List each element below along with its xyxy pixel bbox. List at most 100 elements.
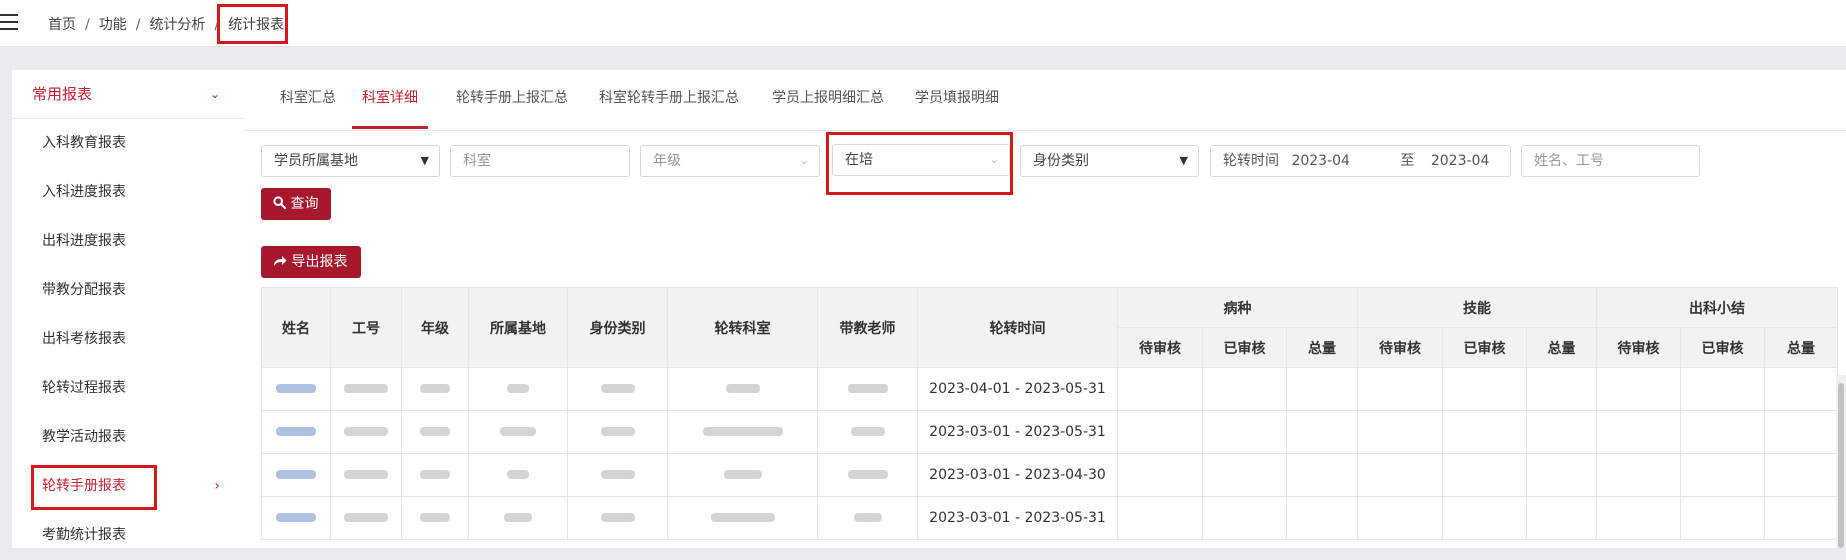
- breadcrumb: 首页 / 功能 / 统计分析 / 统计报表: [48, 17, 285, 33]
- redacted-text: [850, 427, 885, 436]
- col-header-teacher: 带教老师: [817, 287, 918, 368]
- sidebar-item-exit-progress[interactable]: 出科进度报表: [12, 217, 244, 266]
- rotation-time-cell: 2023-03-01 - 2023-05-31: [917, 410, 1118, 454]
- table-row: 2023-03-01 - 2023-04-30: [261, 453, 1838, 497]
- col-header-rotation-time: 轮转时间: [917, 287, 1118, 368]
- breadcrumb-home[interactable]: 首页: [48, 17, 76, 33]
- sidebar-item-entry-education[interactable]: 入科教育报表: [12, 119, 244, 168]
- col-header-pending: 待审核: [1357, 327, 1443, 368]
- sidebar-item-teaching-assignment[interactable]: 带教分配报表: [12, 266, 244, 315]
- chevron-down-icon: ⌄: [209, 87, 220, 101]
- redacted-name-link[interactable]: [276, 384, 316, 393]
- sidebar-item-teaching-activity[interactable]: 教学活动报表: [12, 413, 244, 462]
- rotation-time-cell: 2023-03-01 - 2023-04-30: [917, 453, 1118, 497]
- sidebar-item-entry-progress[interactable]: 入科进度报表: [12, 168, 244, 217]
- rotation-time-range[interactable]: 轮转时间 2023-04 至 2023-04: [1210, 145, 1511, 177]
- export-button[interactable]: 导出报表: [261, 246, 361, 278]
- redacted-text: [507, 470, 529, 479]
- col-header-reviewed: 已审核: [1202, 327, 1287, 368]
- chevron-down-icon: ▼: [420, 154, 429, 167]
- dept-input[interactable]: 科室: [450, 145, 630, 177]
- col-group-disease: 病种: [1117, 287, 1358, 328]
- redacted-text: [507, 384, 529, 393]
- redacted-text: [344, 513, 388, 522]
- redacted-text: [847, 470, 888, 479]
- col-header-pending: 待审核: [1596, 327, 1681, 368]
- table-row: 2023-04-01 - 2023-05-31: [261, 367, 1838, 411]
- name-id-input[interactable]: 姓名、工号: [1521, 145, 1700, 177]
- redacted-text: [725, 384, 760, 393]
- tab-trainee-fill-detail[interactable]: 学员填报明细: [915, 70, 999, 129]
- rotation-time-cell: 2023-04-01 - 2023-05-31: [917, 367, 1118, 411]
- sidebar-group-title: 常用报表: [32, 85, 93, 103]
- col-header-total: 总量: [1526, 327, 1597, 368]
- breadcrumb-function[interactable]: 功能: [99, 17, 127, 33]
- sidebar-item-rotation-process[interactable]: 轮转过程报表: [12, 364, 244, 413]
- col-group-skill: 技能: [1357, 287, 1597, 328]
- identity-select[interactable]: 身份类别 ▼: [1020, 145, 1199, 177]
- grade-select[interactable]: 年级 ⌄: [640, 145, 820, 177]
- redacted-text: [420, 427, 450, 436]
- rotation-to[interactable]: 2023-04: [1431, 153, 1490, 169]
- search-icon: [273, 196, 290, 212]
- col-header-total: 总量: [1286, 327, 1358, 368]
- redacted-text: [600, 470, 635, 479]
- redacted-text: [420, 513, 450, 522]
- tab-manual-report-summary[interactable]: 轮转手册上报汇总: [456, 70, 568, 129]
- col-header-dept: 轮转科室: [667, 287, 818, 368]
- table-row: 2023-03-01 - 2023-05-31: [261, 410, 1838, 454]
- redacted-text: [504, 513, 532, 522]
- sidebar-item-rotation-manual[interactable]: 轮转手册报表 ›: [12, 462, 244, 511]
- breadcrumb-current: 统计报表: [228, 17, 285, 33]
- tab-dept-summary[interactable]: 科室汇总: [280, 70, 336, 129]
- chevron-right-icon: ›: [214, 478, 220, 494]
- tab-trainee-report-detail-summary[interactable]: 学员上报明细汇总: [772, 70, 884, 129]
- col-header-base: 所属基地: [468, 287, 568, 368]
- redacted-text: [702, 427, 783, 436]
- breadcrumb-stats[interactable]: 统计分析: [149, 17, 205, 33]
- chevron-down-icon: ▼: [1179, 154, 1188, 167]
- redacted-text: [723, 470, 762, 479]
- query-button[interactable]: 查询: [261, 188, 331, 220]
- redacted-text: [420, 470, 450, 479]
- redacted-text: [344, 384, 388, 393]
- redacted-name-link[interactable]: [276, 427, 316, 436]
- redacted-name-link[interactable]: [276, 470, 316, 479]
- hamburger-menu-icon[interactable]: [0, 14, 18, 30]
- col-header-total: 总量: [1764, 327, 1838, 368]
- base-select[interactable]: 学员所属基地 ▼: [261, 145, 440, 177]
- tab-dept-detail[interactable]: 科室详细: [352, 70, 428, 129]
- sidebar-item-exit-exam[interactable]: 出科考核报表: [12, 315, 244, 364]
- redacted-text: [420, 384, 450, 393]
- redacted-text: [600, 384, 635, 393]
- col-header-reviewed: 已审核: [1680, 327, 1765, 368]
- redacted-text: [847, 384, 888, 393]
- top-bar: 首页 / 功能 / 统计分析 / 统计报表: [0, 0, 1846, 47]
- range-separator: 至: [1400, 153, 1415, 169]
- table-row: 2023-03-01 - 2023-05-31: [261, 496, 1838, 540]
- chevron-down-icon: ⌄: [799, 154, 809, 167]
- col-header-reviewed: 已审核: [1442, 327, 1527, 368]
- sidebar-item-attendance[interactable]: 考勤统计报表: [12, 511, 244, 560]
- redacted-name-link[interactable]: [276, 513, 316, 522]
- share-arrow-icon: [273, 254, 291, 270]
- col-header-name: 姓名: [261, 287, 331, 368]
- redacted-text: [500, 427, 536, 436]
- tab-dept-manual-report-summary[interactable]: 科室轮转手册上报汇总: [599, 70, 739, 129]
- redacted-text: [853, 513, 882, 522]
- col-header-identity: 身份类别: [567, 287, 668, 368]
- redacted-text: [600, 427, 635, 436]
- redacted-text: [344, 427, 388, 436]
- redacted-text: [600, 513, 635, 522]
- rotation-from[interactable]: 2023-04: [1291, 153, 1350, 169]
- vertical-scrollbar[interactable]: [1836, 375, 1846, 548]
- status-select[interactable]: 在培 ⌄: [832, 144, 1010, 176]
- scrollbar-thumb[interactable]: [1838, 383, 1844, 548]
- rotation-time-cell: 2023-03-01 - 2023-05-31: [917, 496, 1118, 540]
- tab-bar: 科室汇总 科室详细 轮转手册上报汇总 科室轮转手册上报汇总 学员上报明细汇总 学…: [244, 70, 1846, 131]
- col-group-exit-summary: 出科小结: [1596, 287, 1838, 328]
- redacted-text: [344, 470, 388, 479]
- sidebar-group-header[interactable]: 常用报表 ⌄: [12, 70, 244, 119]
- chevron-down-icon: ⌄: [989, 153, 999, 166]
- col-header-pending: 待审核: [1117, 327, 1203, 368]
